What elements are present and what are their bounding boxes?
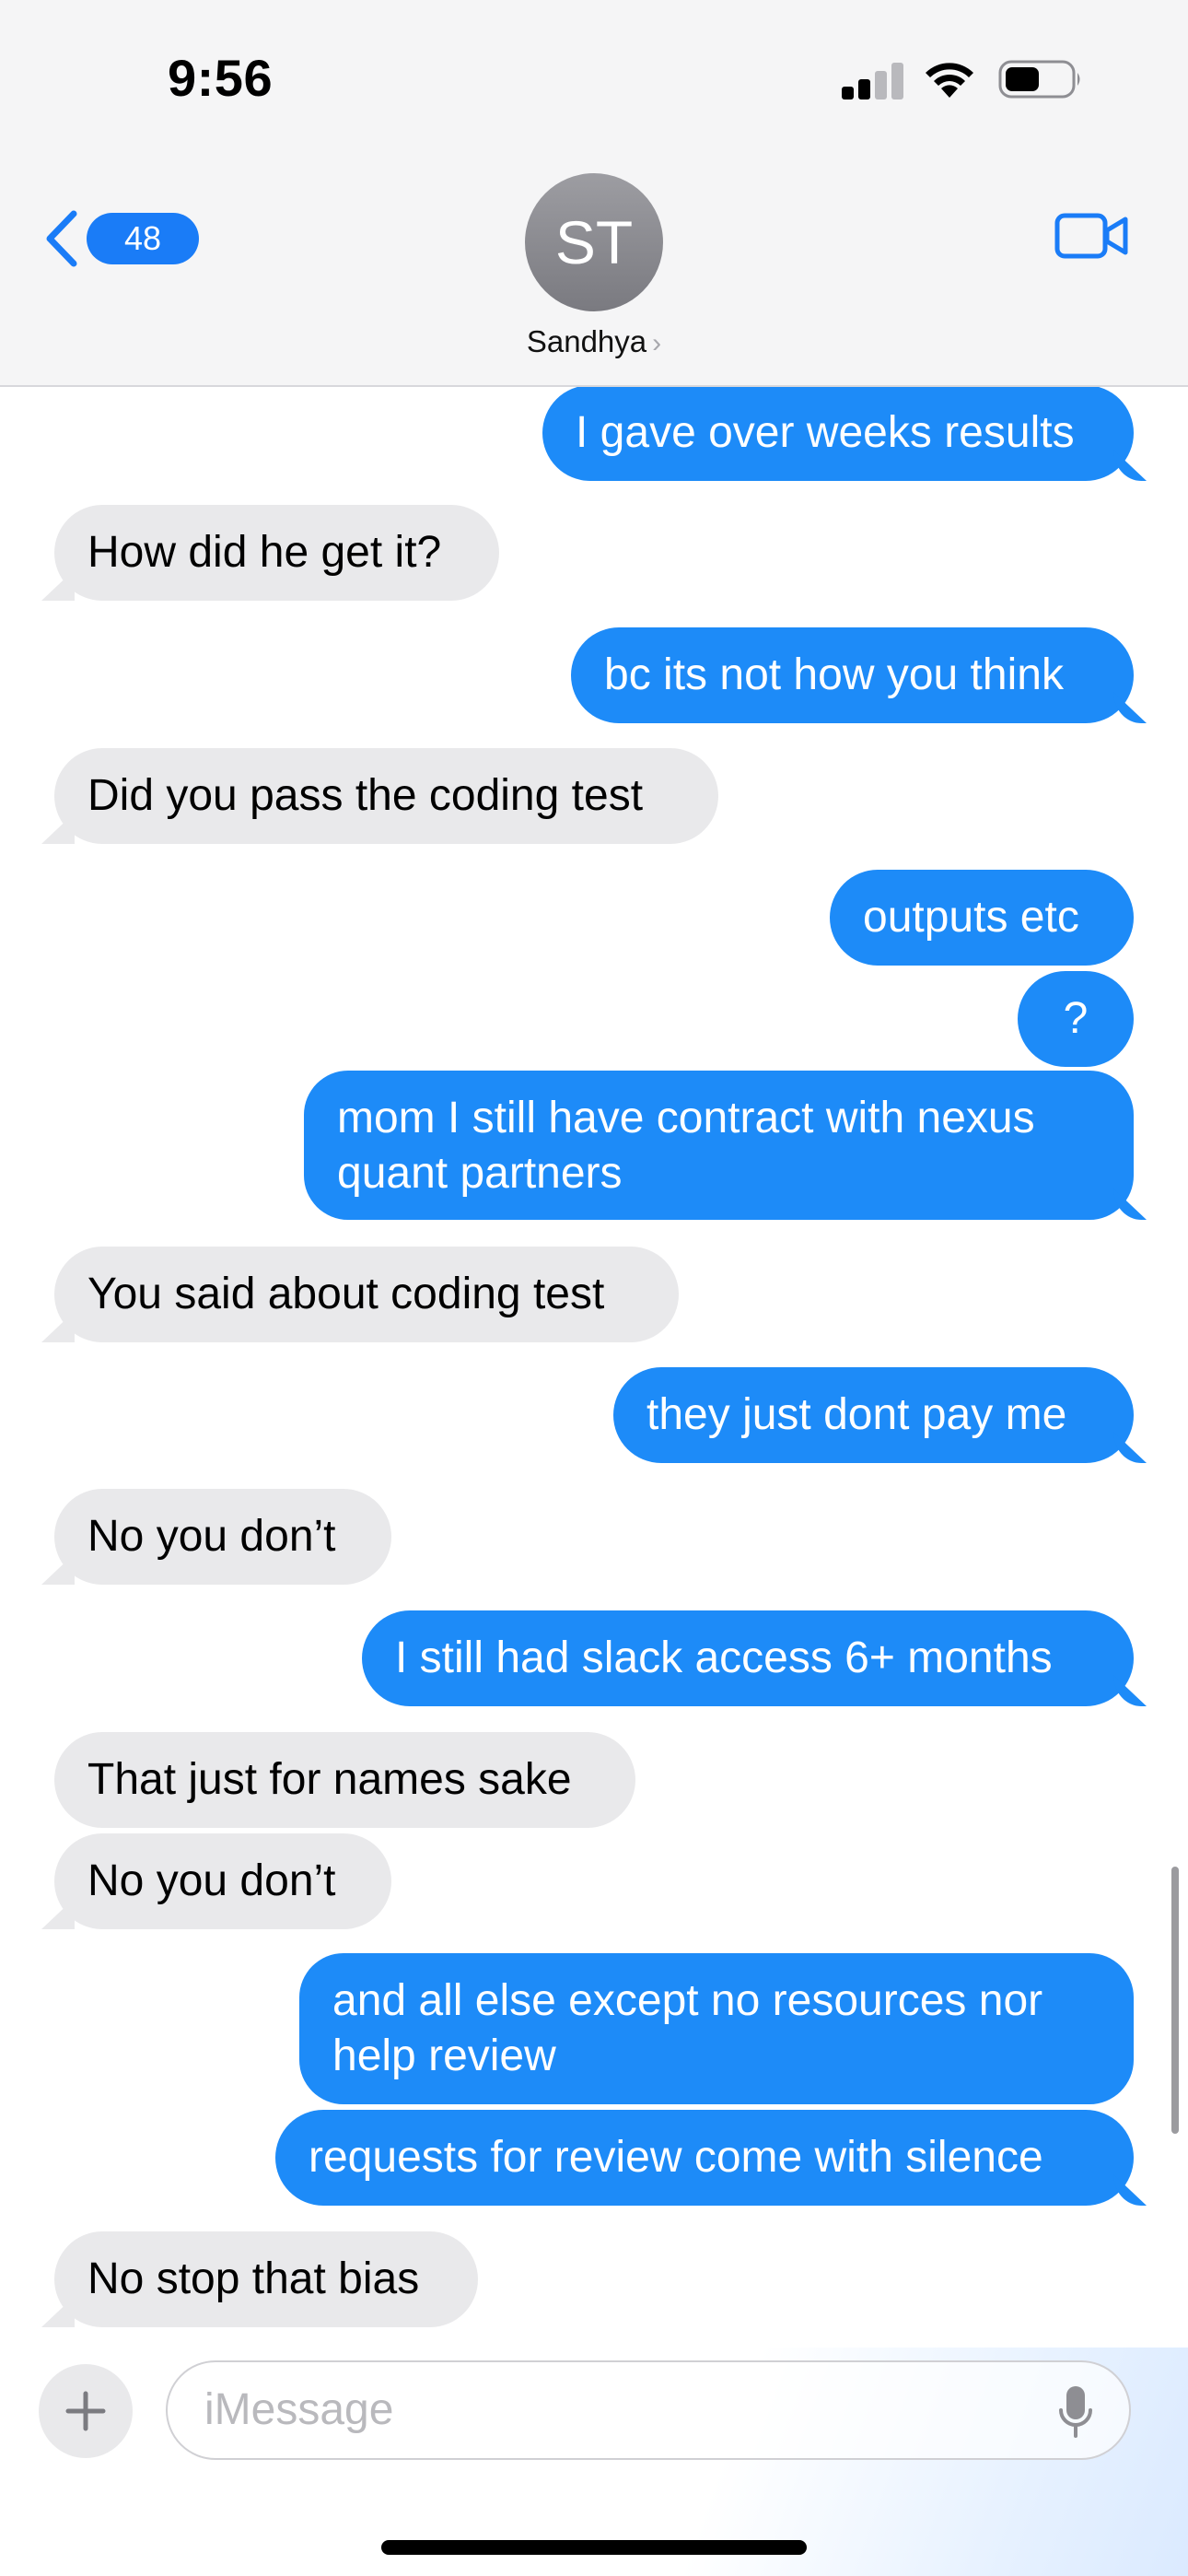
message-bubble-received[interactable]: No you don’t [54, 1489, 391, 1585]
microphone-icon[interactable] [1059, 2384, 1092, 2440]
messages-screen: 9:56 48 ST Sandhya › I gave over weeks r… [0, 0, 1188, 2576]
message-bubble-sent[interactable]: and all else except no resources nor hel… [299, 1953, 1134, 2104]
unread-count-badge: 48 [87, 213, 199, 264]
contact-name[interactable]: Sandhya › [0, 324, 1188, 359]
imessage-placeholder: iMessage [204, 2385, 394, 2434]
wifi-icon [926, 63, 973, 98]
message-text: requests for review come with silence [309, 2133, 1043, 2182]
message-bubble-received[interactable]: That just for names sake [54, 1732, 635, 1828]
message-bubble-received[interactable]: You said about coding test [54, 1247, 679, 1342]
message-text: mom I still have contract with nexus qua… [337, 1094, 1035, 1198]
message-text: How did he get it? [87, 528, 442, 577]
scroll-indicator[interactable] [1171, 1867, 1179, 2134]
message-text: That just for names sake [87, 1755, 572, 1804]
conversation-header: 9:56 48 ST Sandhya › [0, 0, 1188, 387]
add-attachment-button[interactable] [39, 2364, 133, 2458]
battery-icon [998, 60, 1080, 99]
message-bubble-received[interactable]: How did he get it? [54, 505, 499, 601]
imessage-input[interactable]: iMessage [166, 2360, 1131, 2460]
contact-name-label: Sandhya [526, 324, 647, 358]
plus-icon [65, 2391, 106, 2431]
video-camera-icon[interactable] [1054, 210, 1129, 262]
message-text: No stop that bias [87, 2254, 420, 2303]
chevron-right-icon: › [652, 328, 662, 358]
message-text: You said about coding test [87, 1270, 605, 1318]
message-bubble-sent[interactable]: mom I still have contract with nexus qua… [304, 1071, 1134, 1220]
message-bubble-received[interactable]: No you don’t [54, 1833, 391, 1929]
chevron-left-icon [46, 210, 77, 267]
message-bubble-sent[interactable]: outputs etc [830, 870, 1134, 966]
message-bubble-received[interactable]: No stop that bias [54, 2231, 478, 2327]
back-button[interactable]: 48 [42, 208, 199, 269]
message-text: No you don’t [87, 1512, 336, 1561]
contact-avatar[interactable]: ST [525, 173, 663, 311]
message-text: they just dont pay me [646, 1390, 1067, 1439]
cellular-signal-icon [842, 61, 904, 100]
status-time: 9:56 [168, 49, 274, 107]
message-text: outputs etc [863, 893, 1079, 942]
message-bubble-sent[interactable]: ? [1018, 971, 1134, 1067]
message-bubble-sent[interactable]: I gave over weeks results [542, 385, 1134, 481]
message-text: bc its not how you think [604, 650, 1064, 699]
message-bubble-sent[interactable]: I still had slack access 6+ months [362, 1610, 1134, 1706]
message-bubble-received[interactable]: Did you pass the coding test [54, 748, 718, 844]
message-text: and all else except no resources nor hel… [332, 1976, 1043, 2080]
message-bubble-sent[interactable]: they just dont pay me [613, 1367, 1134, 1463]
message-text: Did you pass the coding test [87, 771, 644, 820]
message-bubble-sent[interactable]: requests for review come with silence [275, 2110, 1134, 2206]
message-text: No you don’t [87, 1856, 336, 1905]
message-text: I gave over weeks results [576, 408, 1075, 457]
message-text: ? [1063, 994, 1089, 1043]
message-bubble-sent[interactable]: bc its not how you think [571, 627, 1134, 723]
home-indicator[interactable] [381, 2540, 807, 2555]
message-text: I still had slack access 6+ months [395, 1633, 1053, 1682]
